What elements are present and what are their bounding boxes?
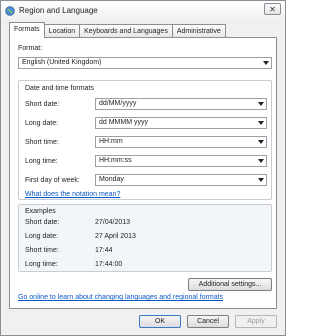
example-short-date-label: Short date: — [25, 219, 60, 226]
title-bar: Region and Language ✕ — [1, 1, 285, 21]
example-short-time-value: 17:44 — [95, 247, 113, 254]
example-long-time-value: 17:44:00 — [95, 261, 123, 268]
example-long-date-label: Long date: — [25, 233, 59, 240]
notation-help-link[interactable]: What does the notation mean? — [25, 191, 120, 198]
chevron-down-icon — [258, 159, 264, 163]
example-short-time-label: Short time: — [25, 247, 59, 254]
close-button[interactable]: ✕ — [264, 3, 281, 15]
short-date-label: Short date: — [25, 101, 60, 108]
ok-button[interactable]: OK — [139, 315, 181, 328]
chevron-down-icon — [258, 178, 264, 182]
short-date-value: dd/MM/yyyy — [99, 100, 137, 107]
close-icon: ✕ — [269, 4, 276, 14]
example-long-time-label: Long time: — [25, 261, 58, 268]
chevron-down-icon — [263, 61, 269, 65]
window-title: Region and Language — [19, 6, 98, 15]
long-date-label: Long date: — [25, 120, 59, 127]
tab-administrative[interactable]: Administrative — [171, 24, 226, 38]
short-time-label: Short time: — [25, 139, 59, 146]
cancel-button[interactable]: Cancel — [187, 315, 229, 328]
first-day-value: Monday — [99, 176, 124, 183]
tab-formats[interactable]: Formats — [9, 22, 45, 38]
long-time-select[interactable]: HH:mm:ss — [95, 155, 267, 167]
first-day-label: First day of week: — [25, 177, 80, 184]
short-date-select[interactable]: dd/MM/yyyy — [95, 98, 267, 110]
format-value: English (United Kingdom) — [22, 59, 102, 66]
long-time-value: HH:mm:ss — [99, 157, 132, 164]
tab-keyboards-languages[interactable]: Keyboards and Languages — [79, 24, 173, 38]
chevron-down-icon — [258, 102, 264, 106]
first-day-select[interactable]: Monday — [95, 174, 267, 186]
additional-settings-button[interactable]: Additional settings... — [188, 278, 272, 291]
examples-group: Examples Short date: 27/04/2013 Long dat… — [18, 204, 272, 272]
short-time-select[interactable]: HH:mm — [95, 136, 267, 148]
examples-title: Examples — [25, 208, 56, 215]
format-select[interactable]: English (United Kingdom) — [18, 57, 272, 69]
globe-icon — [5, 6, 15, 16]
formats-panel: Format: English (United Kingdom) Date an… — [9, 37, 277, 309]
date-time-formats-group: Date and time formats Short date: dd/MM/… — [18, 80, 272, 200]
tab-strip: Formats Location Keyboards and Languages… — [9, 22, 226, 38]
apply-button[interactable]: Apply — [235, 315, 277, 328]
chevron-down-icon — [258, 121, 264, 125]
tab-location[interactable]: Location — [43, 24, 81, 38]
example-short-date-value: 27/04/2013 — [95, 219, 131, 226]
example-long-date-value: 27 April 2013 — [95, 233, 136, 240]
online-help-link[interactable]: Go online to learn about changing langua… — [18, 294, 223, 301]
long-date-select[interactable]: dd MMMM yyyy — [95, 117, 267, 129]
date-time-group-title: Date and time formats — [25, 85, 94, 92]
short-time-value: HH:mm — [99, 138, 123, 145]
region-language-window: Region and Language ✕ Formats Location K… — [0, 0, 286, 336]
long-time-label: Long time: — [25, 158, 58, 165]
format-label: Format: — [18, 45, 43, 52]
chevron-down-icon — [258, 140, 264, 144]
long-date-value: dd MMMM yyyy — [99, 119, 148, 126]
